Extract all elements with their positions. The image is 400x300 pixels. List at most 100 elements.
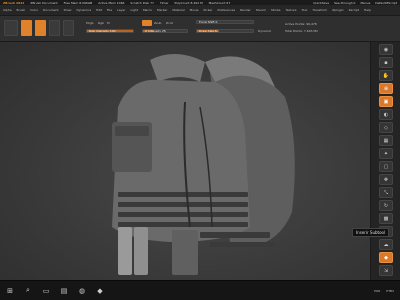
menu-edit[interactable]: Edit xyxy=(96,8,102,12)
draw-size-slider[interactable]: Draw Size 64 xyxy=(196,29,254,33)
menu-document[interactable]: Document xyxy=(43,8,59,12)
menu-file[interactable]: File xyxy=(107,8,112,12)
edit-button[interactable] xyxy=(4,20,18,36)
menu-tool[interactable]: Tool xyxy=(301,8,307,12)
document-title: ZBrush Document xyxy=(30,0,58,5)
menu-transform[interactable]: Transform xyxy=(312,8,327,12)
dynamic-toggle[interactable]: Dynamic xyxy=(258,29,271,33)
menu-render[interactable]: Render xyxy=(240,8,251,12)
menu-marker[interactable]: Marker xyxy=(157,8,167,12)
zcut-toggle[interactable]: Zcut xyxy=(166,21,173,25)
language-indicator[interactable]: POR xyxy=(374,289,380,293)
zbrush-app-icon[interactable]: ◆ xyxy=(96,287,104,295)
rgb-intensity-slider[interactable]: Rgb Intensity 100 xyxy=(86,29,134,33)
xpose-icon: ⇲ xyxy=(383,267,389,274)
z-intensity-slider[interactable]: Z Intensity 25 xyxy=(142,29,188,33)
menu-picker[interactable]: Picker xyxy=(204,8,213,12)
menu-brush[interactable]: Brush xyxy=(17,8,26,12)
mrgb-toggle[interactable]: Mrgb xyxy=(86,21,94,25)
floor-icon: ▦ xyxy=(383,137,389,144)
menu-stencil[interactable]: Stencil xyxy=(256,8,266,12)
top-toolbar: Mrgb Rgb M Rgb Intensity 100 Zsub Zcut Z… xyxy=(0,16,400,42)
stat-timer: Timer xyxy=(159,0,169,5)
menu-help[interactable]: Help xyxy=(364,8,371,12)
search-icon[interactable]: ⌕ xyxy=(24,286,32,295)
ghost-button[interactable]: ☁ xyxy=(379,239,393,250)
magazine-pouch-2 xyxy=(134,227,148,275)
scale-button[interactable] xyxy=(49,20,60,36)
windows-start-icon[interactable]: ⊞ xyxy=(6,287,14,295)
rotate-icon: ↻ xyxy=(383,202,389,209)
perspective-icon: ◇ xyxy=(384,124,388,131)
zoom-button[interactable]: ⊕ xyxy=(379,83,393,94)
zsub-toggle[interactable]: Zsub xyxy=(154,21,161,25)
polyf-button[interactable]: ▩ xyxy=(379,213,393,224)
spix-button[interactable]: ▪ xyxy=(379,57,393,68)
menu-preferences[interactable]: Preferences xyxy=(217,8,235,12)
focal-shift-label: Focal Shift 0 xyxy=(199,20,218,24)
bpr-button[interactable]: ◉ xyxy=(379,44,393,55)
actual-size-icon: ▣ xyxy=(383,98,389,105)
zadd-toggle[interactable] xyxy=(142,20,152,26)
stat-scratch-disk: Scratch Disk 77 xyxy=(130,0,154,5)
hand-icon: ✋ xyxy=(382,72,390,79)
floor-button[interactable]: ▦ xyxy=(379,135,393,146)
move-view-button[interactable]: ✥ xyxy=(379,174,393,185)
polyframe-icon: ▩ xyxy=(383,215,389,222)
task-view-icon[interactable]: ▭ xyxy=(42,287,50,295)
scale-view-button[interactable]: ⤡ xyxy=(379,187,393,198)
frame-icon: ▢ xyxy=(383,163,389,170)
draw-button[interactable] xyxy=(21,20,32,36)
local-button[interactable]: ✦ xyxy=(379,148,393,159)
magazine-pouch-3 xyxy=(172,230,198,275)
move-icon: ✥ xyxy=(383,176,389,183)
move-button[interactable] xyxy=(35,20,46,36)
menu-light[interactable]: Light xyxy=(130,8,138,12)
app-title: ZBrush 2021 xyxy=(3,0,25,5)
menus-button[interactable]: Menus xyxy=(360,1,370,5)
shoulder-strap-left xyxy=(150,53,205,82)
rgb-intensity-label: Rgb Intensity 100 xyxy=(89,29,116,33)
menu-stroke[interactable]: Stroke xyxy=(271,8,281,12)
aa-icon: ◐ xyxy=(383,111,389,118)
keyboard-layout-indicator[interactable]: PTB2 xyxy=(386,289,394,293)
zoom-icon: ⊕ xyxy=(383,85,389,92)
rgb-toggle[interactable]: Rgb xyxy=(98,21,104,25)
vest-model-render xyxy=(112,53,295,275)
active-points-readout: Active Points: 96,478 xyxy=(285,22,317,26)
menu-draw[interactable]: Draw xyxy=(64,8,72,12)
rotate-button[interactable] xyxy=(63,20,74,36)
menu-macro[interactable]: Macro xyxy=(143,8,152,12)
canvas-viewport[interactable] xyxy=(0,42,370,280)
menu-color[interactable]: Color xyxy=(30,8,38,12)
stat-active-mem: Active Mem 1066 xyxy=(98,0,125,5)
see-through-slider[interactable]: See-through 0 xyxy=(334,1,355,5)
stat-meshcount: MeshCount 67 xyxy=(208,0,231,5)
stat-polycount: PolyCount 8.492 M xyxy=(174,0,203,5)
rotate-view-button[interactable]: ↻ xyxy=(379,200,393,211)
menu-zscript[interactable]: Zscript xyxy=(349,8,359,12)
xpose-button[interactable]: ⇲ xyxy=(379,265,393,276)
m-toggle[interactable]: M xyxy=(107,21,110,25)
scroll-button[interactable]: ✋ xyxy=(379,70,393,81)
os-taskbar: ⊞ ⌕ ▭ ▤ ◍ ◆ POR PTB2 xyxy=(0,280,400,300)
file-explorer-icon[interactable]: ▤ xyxy=(60,287,68,295)
menu-bar: Alpha Brush Color Document Draw Dynamics… xyxy=(0,5,400,16)
menu-texture[interactable]: Texture xyxy=(286,8,297,12)
menu-alpha[interactable]: Alpha xyxy=(3,8,12,12)
solo-button[interactable]: ◆ xyxy=(379,252,393,263)
browser-icon[interactable]: ◍ xyxy=(78,287,86,295)
menu-zplugin[interactable]: Zplugin xyxy=(332,8,343,12)
menu-layer[interactable]: Layer xyxy=(117,8,125,12)
frame-button[interactable]: ▢ xyxy=(379,161,393,172)
menu-material[interactable]: Material xyxy=(172,8,184,12)
menu-movie[interactable]: Movie xyxy=(190,8,199,12)
focal-shift-slider[interactable]: Focal Shift 0 xyxy=(196,20,254,24)
default-zscript-button[interactable]: DefaultZScript xyxy=(375,1,397,5)
quicksave-button[interactable]: QuickSave xyxy=(313,1,329,5)
actual-button[interactable]: ▣ xyxy=(379,96,393,107)
persp-button[interactable]: ◇ xyxy=(379,122,393,133)
stat-free-mem: Free Mem 8.096GB xyxy=(63,0,93,5)
aahalf-button[interactable]: ◐ xyxy=(379,109,393,120)
menu-dynamics[interactable]: Dynamics xyxy=(76,8,91,12)
